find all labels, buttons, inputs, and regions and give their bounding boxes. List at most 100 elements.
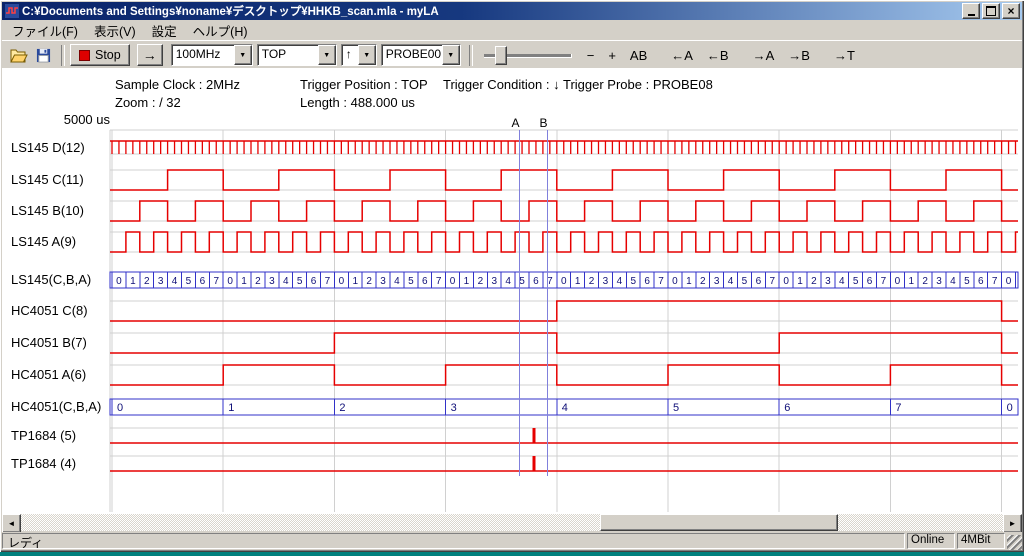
svg-text:3: 3 <box>936 276 942 287</box>
maximize-icon <box>986 6 996 16</box>
svg-text:2: 2 <box>478 276 484 287</box>
svg-text:4: 4 <box>562 402 568 414</box>
app-icon <box>5 4 19 18</box>
horizontal-scrollbar[interactable]: ◄ ► <box>2 514 1022 531</box>
svg-text:1: 1 <box>241 276 247 287</box>
svg-text:7: 7 <box>658 276 664 287</box>
svg-text:5: 5 <box>964 276 970 287</box>
scroll-left-button[interactable]: ◄ <box>2 514 21 533</box>
svg-text:0: 0 <box>450 276 456 287</box>
open-file-button[interactable] <box>6 44 31 67</box>
svg-text:7: 7 <box>895 402 901 414</box>
svg-text:6: 6 <box>533 276 539 287</box>
svg-text:0: 0 <box>561 276 567 287</box>
svg-text:5: 5 <box>673 402 679 414</box>
svg-text:2: 2 <box>255 276 261 287</box>
svg-text:0: 0 <box>895 276 901 287</box>
trigger-edge-combo[interactable]: ↑ ▼ <box>341 44 377 66</box>
svg-text:2: 2 <box>366 276 372 287</box>
minimize-button[interactable] <box>962 3 980 19</box>
goto-marker-b-left-button[interactable]: ←B <box>702 46 734 65</box>
waveform-plot[interactable]: 0123456701234567012345670123456701234567… <box>2 68 1022 516</box>
goto-trigger-button[interactable]: →T <box>829 46 860 65</box>
svg-text:6: 6 <box>422 276 428 287</box>
menu-item-settings[interactable]: 設定 <box>144 19 185 42</box>
svg-text:1: 1 <box>686 276 692 287</box>
zoom-ab-button[interactable]: AB <box>625 46 652 65</box>
svg-text:1: 1 <box>228 402 234 414</box>
menu-item-help[interactable]: ヘルプ(H) <box>185 19 256 42</box>
status-online: Online <box>907 533 955 549</box>
titlebar[interactable]: C:¥Documents and Settings¥noname¥デスクトップ¥… <box>2 2 1022 20</box>
stop-button[interactable]: Stop <box>70 44 130 66</box>
menu-item-file[interactable]: ファイル(F) <box>4 19 86 42</box>
chevron-down-icon[interactable]: ▼ <box>442 45 460 65</box>
svg-text:2: 2 <box>922 276 928 287</box>
svg-text:4: 4 <box>394 276 400 287</box>
svg-text:5: 5 <box>297 276 303 287</box>
maximize-button[interactable] <box>982 3 1000 19</box>
svg-text:3: 3 <box>714 276 720 287</box>
svg-text:4: 4 <box>950 276 956 287</box>
svg-text:6: 6 <box>311 276 317 287</box>
app-window: C:¥Documents and Settings¥noname¥デスクトップ¥… <box>0 0 1024 552</box>
svg-text:4: 4 <box>283 276 289 287</box>
svg-text:B: B <box>539 116 547 130</box>
svg-text:0: 0 <box>672 276 678 287</box>
svg-text:0: 0 <box>1006 276 1012 287</box>
statusbar: レディ Online 4MBit <box>2 532 1022 550</box>
svg-text:1: 1 <box>130 276 136 287</box>
chevron-down-icon[interactable]: ▼ <box>318 45 336 65</box>
chevron-down-icon[interactable]: ▼ <box>234 45 252 65</box>
goto-marker-a-right-button[interactable]: →A <box>748 46 780 65</box>
chevron-down-icon[interactable]: ▼ <box>358 45 376 65</box>
svg-text:5: 5 <box>630 276 636 287</box>
svg-text:3: 3 <box>603 276 609 287</box>
svg-text:7: 7 <box>325 276 331 287</box>
menubar: ファイル(F)表示(V)設定ヘルプ(H) <box>2 20 1022 40</box>
trigger-position-combo[interactable]: TOP ▼ <box>257 44 337 66</box>
svg-text:5: 5 <box>742 276 748 287</box>
svg-text:0: 0 <box>227 276 233 287</box>
status-text: レディ <box>2 533 905 549</box>
svg-text:7: 7 <box>769 276 775 287</box>
svg-text:5: 5 <box>408 276 414 287</box>
scrollbar-track[interactable] <box>21 514 1003 531</box>
svg-text:3: 3 <box>825 276 831 287</box>
menu-item-view[interactable]: 表示(V) <box>86 19 144 42</box>
svg-text:3: 3 <box>380 276 386 287</box>
svg-text:2: 2 <box>700 276 706 287</box>
toolbar-separator <box>61 45 65 66</box>
waveform-client-area: Sample Clock : 2MHz Trigger Position : T… <box>2 68 1022 516</box>
svg-text:5: 5 <box>519 276 525 287</box>
svg-text:A: A <box>511 116 519 130</box>
svg-text:0: 0 <box>117 402 123 414</box>
svg-text:1: 1 <box>908 276 914 287</box>
close-icon: × <box>1007 5 1014 17</box>
zoom-out-button[interactable]: − <box>582 46 600 65</box>
svg-text:1: 1 <box>797 276 803 287</box>
svg-text:0: 0 <box>116 276 122 287</box>
stop-label: Stop <box>95 48 121 62</box>
goto-marker-a-left-button[interactable]: ←A <box>666 46 698 65</box>
zoom-in-button[interactable]: + <box>603 46 621 65</box>
trigger-edge-value: ↑ <box>342 45 358 65</box>
zoom-slider-thumb[interactable] <box>495 46 507 65</box>
zoom-slider[interactable] <box>482 44 574 66</box>
goto-marker-b-right-button[interactable]: →B <box>783 46 815 65</box>
run-arrow-icon: → <box>143 47 157 63</box>
resize-grip[interactable] <box>1007 535 1022 550</box>
trigger-probe-combo[interactable]: PROBE00 ▼ <box>381 44 461 66</box>
save-file-button[interactable] <box>31 44 56 67</box>
sample-rate-combo[interactable]: 100MHz ▼ <box>171 44 253 66</box>
toolbar-separator <box>469 45 473 66</box>
scrollbar-thumb[interactable] <box>600 514 838 531</box>
svg-text:7: 7 <box>881 276 887 287</box>
window-controls: × <box>962 3 1020 19</box>
svg-text:5: 5 <box>186 276 192 287</box>
close-button[interactable]: × <box>1002 3 1020 19</box>
run-button[interactable]: → <box>137 44 163 66</box>
scroll-right-button[interactable]: ► <box>1003 514 1022 533</box>
svg-text:3: 3 <box>491 276 497 287</box>
svg-text:1: 1 <box>575 276 581 287</box>
